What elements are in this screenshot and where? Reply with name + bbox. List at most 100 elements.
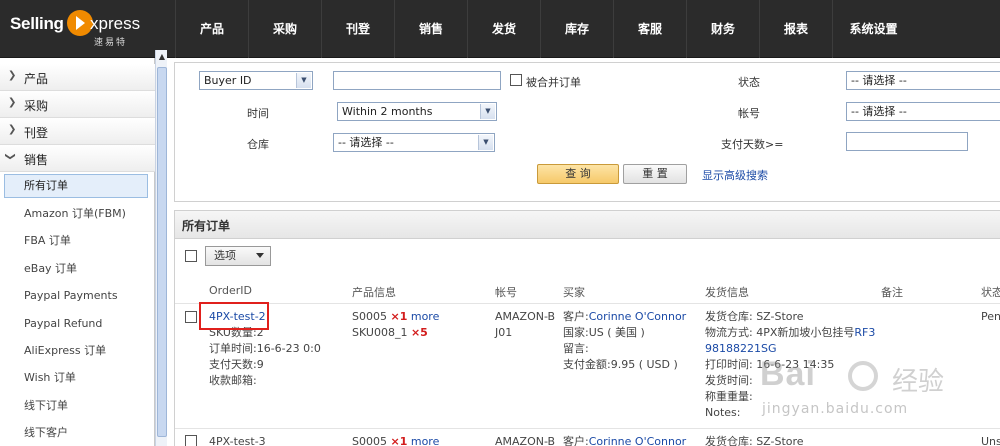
buyer-label: 客户:: [563, 310, 589, 323]
tracking-link[interactable]: RF3: [854, 326, 875, 339]
merged-order-label: 被合并订单: [526, 76, 581, 89]
buyer-label: 客户:: [563, 435, 589, 446]
column-header-shipping: 发货信息: [705, 286, 749, 299]
account-name-cont: J01: [495, 326, 513, 339]
buyer-name-link[interactable]: Corinne O'Connor: [589, 310, 687, 323]
row-checkbox[interactable]: [185, 311, 197, 323]
app-logo[interactable]: Selling xpress 速易特: [10, 8, 160, 48]
sidebar-item-paypal-refund[interactable]: Paypal Refund: [0, 310, 155, 337]
buyer-cell: 客户:Corinne O'Connor 国家:US ( 美国 ) 留言: 支付金…: [563, 309, 686, 373]
buyer-cell: 客户:Corinne O'Connor: [563, 434, 686, 446]
scroll-up-icon[interactable]: ▲: [157, 52, 167, 64]
logo-text-left: Selling: [10, 14, 64, 33]
sidebar-item-aliexpress-orders[interactable]: AliExpress 订单: [0, 337, 155, 364]
nav-item-products[interactable]: 产品: [175, 0, 248, 58]
sidebar-section-label: 采购: [24, 99, 49, 113]
select-value: -- 请选择 --: [338, 136, 394, 149]
sidebar-item-offline-orders[interactable]: 线下订单: [0, 392, 155, 419]
advanced-search-link[interactable]: 显示高级搜索: [702, 167, 768, 183]
more-link[interactable]: more: [411, 435, 440, 446]
account-label: 帐号: [738, 107, 760, 120]
paydays-label: 支付天数>=: [721, 138, 784, 151]
sidebar-item-amazon-orders[interactable]: Amazon 订单(FBM): [0, 200, 155, 227]
main-nav: 产品 采购 刊登 销售 发货 库存 客服 财务 报表 系统设置: [175, 0, 914, 58]
watermark-cn: 经验: [892, 367, 945, 397]
time-label: 时间: [247, 107, 269, 120]
buyer-message: 留言:: [563, 342, 589, 355]
ship-warehouse: 发货仓库: SZ-Store: [705, 310, 804, 323]
sidebar-section-label: 刊登: [24, 126, 49, 140]
nav-item-purchase[interactable]: 采购: [248, 0, 321, 58]
warehouse-select[interactable]: -- 请选择 -- ▼: [333, 133, 495, 152]
chevron-right-icon: ❯: [8, 124, 17, 135]
account-cell: AMAZON-B: [495, 435, 556, 446]
status-select[interactable]: -- 请选择 --: [846, 71, 1000, 90]
orders-panel-title: 所有订单: [175, 211, 1000, 239]
watermark-brand2: du: [882, 355, 885, 356]
sidebar-item-paypal-payments[interactable]: Paypal Payments: [0, 282, 155, 309]
sidebar-item-all-orders[interactable]: 所有订单: [4, 174, 148, 198]
sidebar-section-sales[interactable]: ❯ 销售: [0, 145, 155, 172]
sidebar-item-ebay-orders[interactable]: eBay 订单: [0, 255, 155, 282]
reset-button[interactable]: 重 置: [623, 164, 687, 184]
buyer-name-link[interactable]: Corinne O'Connor: [589, 435, 687, 446]
options-dropdown[interactable]: 选项: [205, 246, 271, 266]
row-checkbox[interactable]: [185, 435, 197, 446]
column-header-status: 状态: [981, 286, 1000, 299]
nav-item-service[interactable]: 客服: [613, 0, 686, 58]
sidebar-scrollbar[interactable]: ▲: [155, 50, 167, 446]
merged-order-checkbox[interactable]: [510, 74, 522, 86]
column-header-product: 产品信息: [352, 286, 396, 299]
scrollbar-thumb[interactable]: [157, 67, 167, 437]
sidebar-section-listing[interactable]: ❯ 刊登: [0, 118, 155, 145]
chevron-down-icon: ▼: [296, 73, 311, 88]
product-sku: S0005: [352, 310, 387, 323]
options-label: 选项: [214, 249, 236, 262]
select-value: Buyer ID: [204, 74, 252, 87]
order-detail: 订单时间:16-6-23 0:0: [209, 342, 321, 355]
caret-down-icon: [256, 253, 264, 258]
query-button[interactable]: 查 询: [537, 164, 619, 184]
chevron-down-icon: ▼: [480, 104, 495, 119]
sidebar-item-wish-orders[interactable]: Wish 订单: [0, 364, 155, 391]
order-id-link[interactable]: 4PX-test-3: [209, 434, 266, 446]
ship-method: 物流方式: 4PX新加坡小包挂号: [705, 326, 855, 339]
status-label: 状态: [738, 76, 760, 89]
nav-item-sales[interactable]: 销售: [394, 0, 467, 58]
nav-item-reports[interactable]: 报表: [759, 0, 832, 58]
more-link[interactable]: more: [411, 310, 440, 323]
highlight-box: [199, 302, 269, 330]
logo-text-right: xpress: [90, 14, 141, 33]
search-input[interactable]: [333, 71, 501, 90]
select-value: -- 请选择 --: [851, 105, 907, 118]
account-select[interactable]: -- 请选择 --: [846, 102, 1000, 121]
sidebar-section-products[interactable]: ❯ 产品: [0, 64, 155, 91]
column-header-notes: 备注: [881, 286, 903, 299]
product-qty: ×1: [390, 310, 408, 323]
product-info-cell: S0005 ×1 more SKU008_1 ×5: [352, 309, 439, 341]
nav-item-finance[interactable]: 财务: [686, 0, 759, 58]
search-field-select[interactable]: Buyer ID ▼: [199, 71, 313, 90]
product-qty: ×5: [410, 326, 428, 339]
watermark-brand: Bai: [760, 355, 816, 393]
chevron-right-icon: ❯: [8, 97, 17, 108]
search-panel: Buyer ID ▼ 被合并订单 状态 -- 请选择 -- 时间 Within …: [174, 62, 1000, 202]
nav-item-listing[interactable]: 刊登: [321, 0, 394, 58]
product-sku: SKU008_1: [352, 326, 408, 339]
select-value: Within 2 months: [342, 105, 433, 118]
time-select[interactable]: Within 2 months ▼: [337, 102, 497, 121]
sidebar-section-label: 产品: [24, 72, 49, 86]
sidebar-item-fba-orders[interactable]: FBA 订单: [0, 227, 155, 254]
watermark-url: jingyan.baidu.com: [762, 401, 909, 417]
product-qty: ×1: [390, 435, 408, 446]
order-detail: 收款邮箱:: [209, 374, 257, 387]
nav-item-inventory[interactable]: 库存: [540, 0, 613, 58]
chevron-down-icon: ❯: [4, 152, 16, 161]
select-all-checkbox[interactable]: [185, 250, 197, 262]
paydays-input[interactable]: [846, 132, 968, 151]
sidebar-section-purchase[interactable]: ❯ 采购: [0, 91, 155, 118]
nav-item-settings[interactable]: 系统设置: [832, 0, 914, 58]
sidebar-item-offline-customers[interactable]: 线下客户: [0, 419, 155, 446]
nav-item-shipping[interactable]: 发货: [467, 0, 540, 58]
paw-icon: [848, 361, 878, 391]
